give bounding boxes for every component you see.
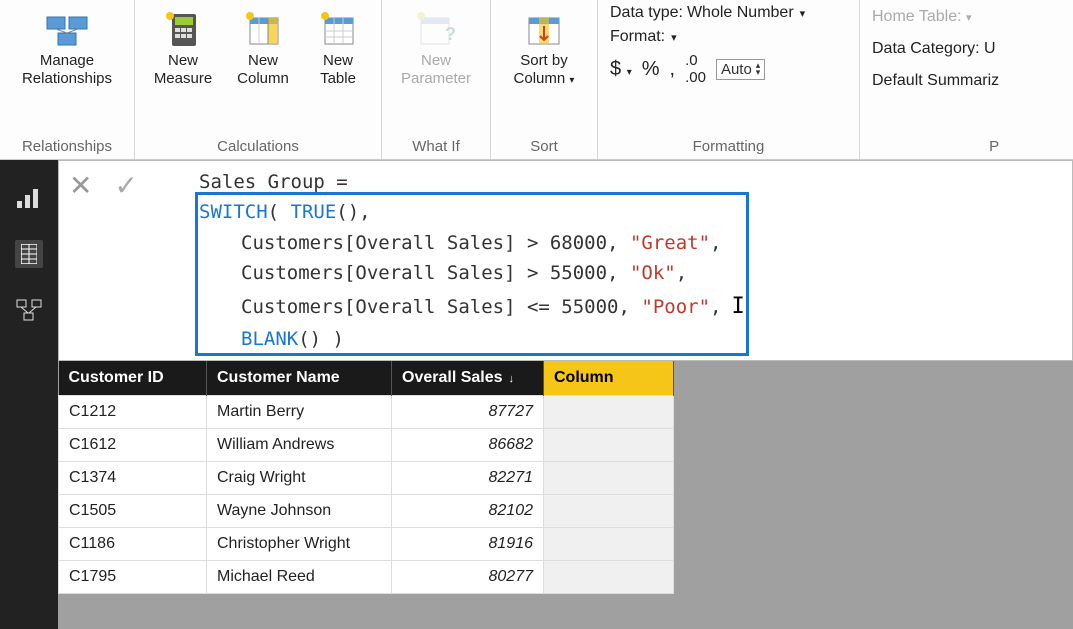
data-category-dropdown[interactable]: Data Category: U (872, 40, 999, 58)
cell-overall-sales[interactable]: 82271 (392, 462, 544, 495)
chevron-down-icon: ▾ (627, 67, 632, 78)
cell-customer-id[interactable]: C1795 (59, 561, 207, 594)
decimals-button[interactable]: .0.00 (685, 52, 706, 86)
formula-blank: BLANK (241, 328, 298, 350)
cell-new-column[interactable] (544, 396, 674, 429)
cell-customer-id[interactable]: C1374 (59, 462, 207, 495)
cell-customer-id[interactable]: C1612 (59, 429, 207, 462)
data-type-value: Whole Number (687, 4, 794, 22)
whatif-group-label: What If (390, 134, 482, 159)
new-column-label: New Column (237, 52, 289, 88)
manage-relationships-label: Manage Relationships (22, 52, 112, 88)
sort-icon (525, 10, 563, 50)
new-table-button[interactable]: New Table (303, 4, 373, 94)
sort-group-label: Sort (499, 134, 589, 159)
new-table-label: New Table (320, 52, 356, 88)
currency-button[interactable]: $ ▾ (610, 58, 632, 81)
auto-value: Auto (721, 61, 752, 78)
new-measure-button[interactable]: New Measure (143, 4, 223, 94)
default-summarization-dropdown[interactable]: Default Summariz (872, 72, 999, 90)
cell-customer-name[interactable]: Craig Wright (207, 462, 392, 495)
svg-text:?: ? (445, 24, 455, 44)
new-parameter-button: ? New Parameter (390, 4, 482, 94)
formula-bar[interactable]: ✕ ✓ Sales Group = SWITCH( TRUE(), Custom… (58, 160, 1073, 361)
table-row[interactable]: C1212Martin Berry87727 (59, 396, 674, 429)
home-table-dropdown[interactable]: Home Table: ▾ (872, 8, 999, 26)
formula-editor[interactable]: Sales Group = SWITCH( TRUE(), Customers[… (189, 161, 1072, 360)
format-label: Format: (610, 28, 665, 46)
cell-new-column[interactable] (544, 462, 674, 495)
column-header-new-column[interactable]: Column (544, 361, 674, 396)
cell-overall-sales[interactable]: 81916 (392, 528, 544, 561)
data-type-label: Data type: (610, 4, 683, 22)
cell-overall-sales[interactable]: 86682 (392, 429, 544, 462)
table-row[interactable]: C1374Craig Wright82271 (59, 462, 674, 495)
cancel-formula-button[interactable]: ✕ (69, 169, 92, 202)
cell-customer-name[interactable]: Martin Berry (207, 396, 392, 429)
table-row[interactable]: C1612William Andrews86682 (59, 429, 674, 462)
properties-group-label: P (872, 134, 999, 159)
cell-new-column[interactable] (544, 495, 674, 528)
formula-switch: SWITCH (199, 201, 268, 223)
cell-new-column[interactable] (544, 429, 674, 462)
chevron-down-icon: ▾ (800, 7, 806, 20)
manage-relationships-button[interactable]: Manage Relationships (8, 4, 126, 94)
cell-customer-id[interactable]: C1186 (59, 528, 207, 561)
cell-new-column[interactable] (544, 561, 674, 594)
table-icon (321, 10, 355, 50)
table-row[interactable]: C1795Michael Reed80277 (59, 561, 674, 594)
relationships-group-label: Relationships (8, 134, 126, 159)
relationships-icon (45, 10, 89, 50)
column-header-overall-sales[interactable]: Overall Sales↓ (392, 361, 544, 396)
parameter-icon: ? (417, 10, 455, 50)
cell-customer-id[interactable]: C1505 (59, 495, 207, 528)
cell-customer-name[interactable]: Wayne Johnson (207, 495, 392, 528)
calculator-icon (166, 10, 200, 50)
formula-true: TRUE (291, 201, 337, 223)
comma-button[interactable]: , (670, 58, 676, 81)
cell-customer-name[interactable]: William Andrews (207, 429, 392, 462)
sort-desc-icon: ↓ (509, 373, 515, 385)
column-header-customer-name[interactable]: Customer Name (207, 361, 392, 396)
data-table[interactable]: Customer ID Customer Name Overall Sales↓… (58, 361, 674, 594)
data-type-dropdown[interactable]: Data type: Whole Number ▾ (610, 4, 847, 22)
chevron-down-icon: ▾ (671, 31, 677, 44)
auto-decimals-field[interactable]: Auto ▴▾ (716, 59, 765, 80)
calculations-group-label: Calculations (143, 134, 373, 159)
new-column-button[interactable]: New Column (223, 4, 303, 94)
format-dropdown[interactable]: Format: ▾ (610, 28, 847, 46)
sort-by-column-button[interactable]: Sort by Column ▾ (499, 4, 589, 94)
formula-line-1: Sales Group = (199, 171, 348, 193)
sort-by-column-label: Sort by Column ▾ (514, 52, 575, 88)
cell-overall-sales[interactable]: 87727 (392, 396, 544, 429)
report-view-icon[interactable] (15, 184, 43, 212)
cell-customer-id[interactable]: C1212 (59, 396, 207, 429)
formatting-group-label: Formatting (610, 134, 847, 159)
spinner-icon[interactable]: ▴▾ (756, 62, 761, 76)
new-measure-label: New Measure (154, 52, 212, 88)
data-view-icon[interactable] (15, 240, 43, 268)
view-switcher (0, 160, 58, 629)
cell-customer-name[interactable]: Christopher Wright (207, 528, 392, 561)
column-icon (246, 10, 280, 50)
model-view-icon[interactable] (15, 296, 43, 324)
chevron-down-icon: ▾ (966, 12, 972, 24)
table-row[interactable]: C1505Wayne Johnson82102 (59, 495, 674, 528)
table-row[interactable]: C1186Christopher Wright81916 (59, 528, 674, 561)
percent-button[interactable]: % (642, 58, 660, 81)
cell-new-column[interactable] (544, 528, 674, 561)
new-parameter-label: New Parameter (401, 52, 471, 88)
commit-formula-button[interactable]: ✓ (114, 169, 137, 202)
chevron-down-icon: ▾ (569, 75, 574, 86)
cell-overall-sales[interactable]: 82102 (392, 495, 544, 528)
text-cursor: I (731, 294, 744, 319)
column-header-customer-id[interactable]: Customer ID (59, 361, 207, 396)
cell-customer-name[interactable]: Michael Reed (207, 561, 392, 594)
cell-overall-sales[interactable]: 80277 (392, 561, 544, 594)
